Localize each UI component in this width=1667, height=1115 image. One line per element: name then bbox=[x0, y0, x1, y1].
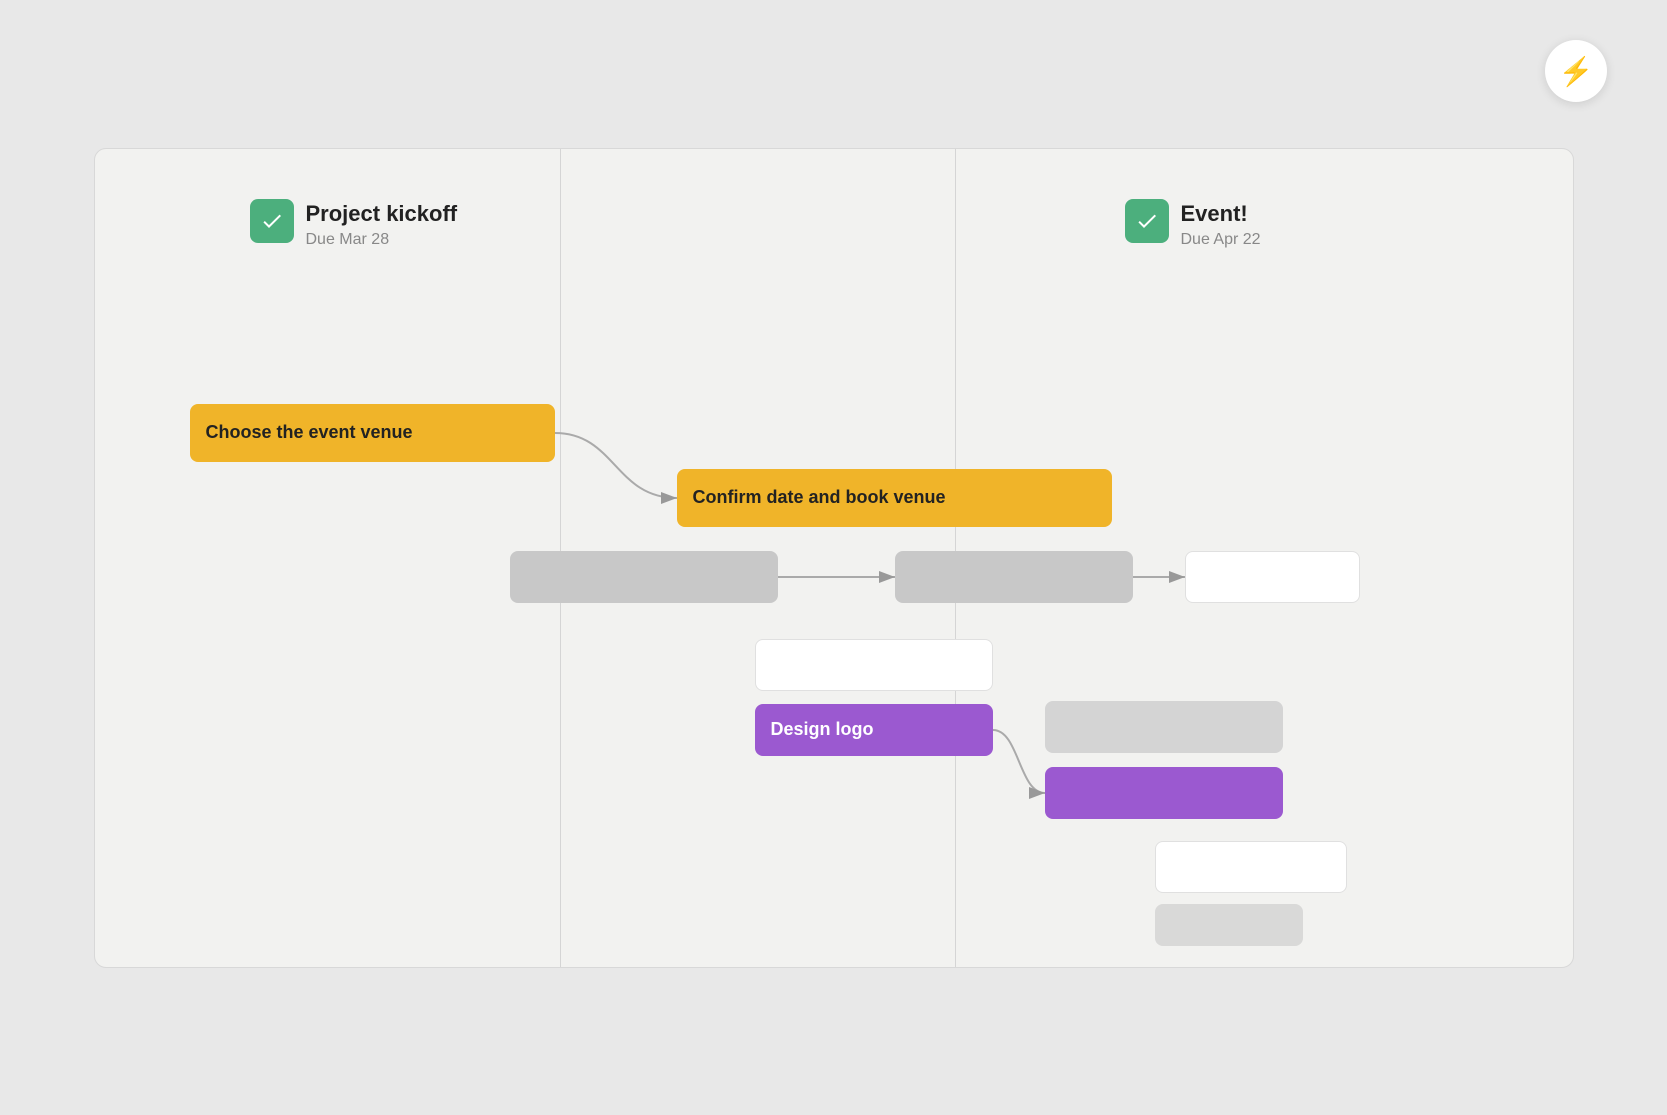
task-gray-1[interactable] bbox=[510, 551, 778, 603]
task-gray-2[interactable] bbox=[895, 551, 1133, 603]
milestone-event-due: Due Apr 22 bbox=[1181, 231, 1261, 249]
lightning-icon: ⚡ bbox=[1559, 55, 1594, 88]
milestone-kickoff-due: Due Mar 28 bbox=[306, 231, 458, 249]
milestone-kickoff-title: Project kickoff bbox=[306, 201, 458, 227]
task-white-3[interactable] bbox=[1155, 841, 1347, 893]
task-white-right[interactable] bbox=[1185, 551, 1360, 603]
task-gray-3[interactable] bbox=[1045, 701, 1283, 753]
lightning-button[interactable]: ⚡ bbox=[1545, 40, 1607, 102]
milestone-event-icon bbox=[1125, 199, 1169, 243]
task-white-middle[interactable] bbox=[755, 639, 993, 691]
milestone-project-kickoff: Project kickoff Due Mar 28 bbox=[250, 199, 458, 251]
task-confirm-venue[interactable]: Confirm date and book venue bbox=[677, 469, 1112, 527]
task-purple-bar[interactable] bbox=[1045, 767, 1283, 819]
milestone-event: Event! Due Apr 22 bbox=[1125, 199, 1261, 251]
task-design-logo[interactable]: Design logo bbox=[755, 704, 993, 756]
task-gray-4[interactable] bbox=[1155, 904, 1303, 946]
gantt-canvas: Project kickoff Due Mar 28 Event! Due Ap… bbox=[94, 148, 1574, 968]
milestone-event-title: Event! bbox=[1181, 201, 1261, 227]
task-choose-venue[interactable]: Choose the event venue bbox=[190, 404, 555, 462]
milestone-kickoff-icon bbox=[250, 199, 294, 243]
